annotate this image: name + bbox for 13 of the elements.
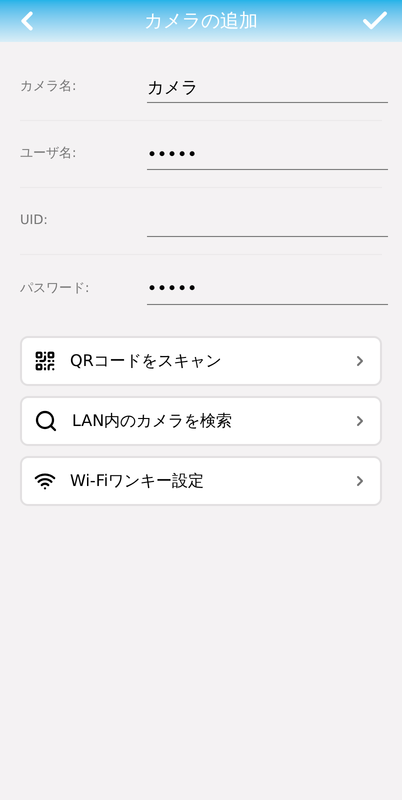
text-field[interactable]: カメラ (147, 73, 388, 103)
field-label: パスワード: (20, 280, 90, 298)
field-label: ユーザ名: (20, 145, 78, 164)
page-title: カメラの追加 (144, 8, 258, 34)
field-label: UID: (20, 212, 49, 230)
action-button[interactable]: QRコードをスキャン (20, 336, 382, 386)
text-field[interactable]: ••••• (147, 140, 388, 170)
action-button[interactable]: Wi-Fiワンキー設定 (20, 456, 382, 506)
action-button[interactable]: LAN内のカメラを検索 (20, 396, 382, 446)
text-field[interactable]: ••••• (147, 274, 388, 304)
qr-code-icon (34, 350, 56, 372)
field-label: カメラ名: (20, 78, 78, 96)
search-icon (34, 409, 58, 433)
